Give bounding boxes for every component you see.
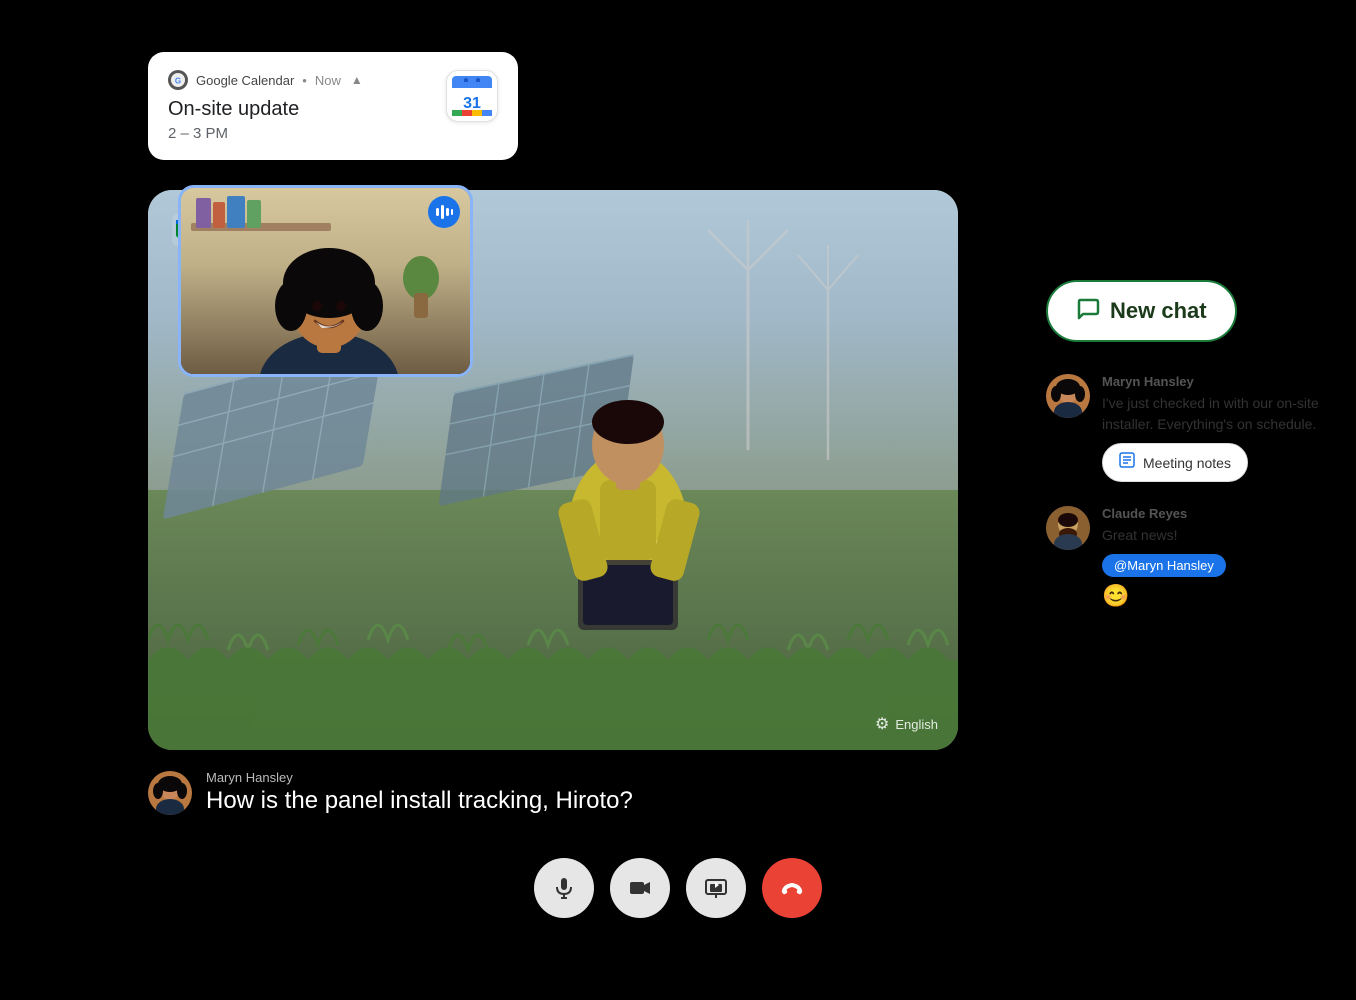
chat-avatar-claude bbox=[1046, 506, 1090, 550]
self-view-pip bbox=[178, 185, 473, 377]
audio-indicator bbox=[428, 196, 460, 228]
mention-chip[interactable]: @Maryn Hansley bbox=[1102, 554, 1226, 577]
present-icon bbox=[704, 876, 728, 900]
notification-subtitle: 2 – 3 PM bbox=[168, 125, 434, 142]
chat-text-claude: Great news! bbox=[1102, 525, 1326, 546]
new-chat-label: New chat bbox=[1110, 298, 1207, 324]
reaction-emoji: 😊 bbox=[1102, 583, 1326, 609]
notification-time: Now bbox=[315, 73, 341, 88]
notes-icon bbox=[1119, 452, 1135, 473]
chat-content-maryn: Maryn Hansley I've just checked in with … bbox=[1102, 374, 1326, 482]
chat-panel: New chat Maryn Hansley I've just checked… bbox=[1046, 280, 1326, 633]
google-calendar-icon: G bbox=[168, 70, 188, 90]
svg-text:G: G bbox=[175, 77, 181, 86]
caption-avatar bbox=[148, 771, 192, 815]
chat-content-claude: Claude Reyes Great news! @Maryn Hansley … bbox=[1102, 506, 1326, 609]
calendar-badge: 31 bbox=[446, 70, 498, 122]
control-bar bbox=[534, 858, 822, 918]
notification-card: G Google Calendar • Now ▲ On-site update… bbox=[148, 52, 518, 160]
globe-icon: ⚙ bbox=[875, 714, 889, 734]
hangup-button[interactable] bbox=[762, 858, 822, 918]
notification-content: G Google Calendar • Now ▲ On-site update… bbox=[168, 70, 434, 142]
camera-icon bbox=[628, 876, 652, 900]
caption-text-block: Maryn Hansley How is the panel install t… bbox=[206, 770, 633, 815]
chat-sender-claude: Claude Reyes bbox=[1102, 506, 1326, 521]
caption-speaker-name: Maryn Hansley bbox=[206, 770, 633, 785]
meeting-notes-label: Meeting notes bbox=[1143, 455, 1231, 471]
caption-speech-text: How is the panel install tracking, Hirot… bbox=[206, 787, 633, 815]
chat-sender-maryn: Maryn Hansley bbox=[1102, 374, 1326, 389]
chat-message-1: Maryn Hansley I've just checked in with … bbox=[1046, 374, 1326, 482]
chat-bubble-icon bbox=[1076, 296, 1100, 326]
svg-text:31: 31 bbox=[463, 95, 481, 112]
language-badge[interactable]: ⚙ English bbox=[875, 714, 938, 734]
notification-dot: • bbox=[302, 73, 307, 88]
notification-header: G Google Calendar • Now ▲ bbox=[168, 70, 434, 90]
mic-icon bbox=[552, 876, 576, 900]
camera-button[interactable] bbox=[610, 858, 670, 918]
audio-wave-icon bbox=[435, 203, 453, 221]
hangup-icon bbox=[778, 874, 806, 902]
chat-avatar-maryn bbox=[1046, 374, 1090, 418]
notification-title: On-site update bbox=[168, 98, 434, 121]
language-label: English bbox=[895, 717, 938, 732]
present-button[interactable] bbox=[686, 858, 746, 918]
new-chat-button[interactable]: New chat bbox=[1046, 280, 1237, 342]
chat-text-maryn: I've just checked in with our on-site in… bbox=[1102, 393, 1326, 435]
notification-source: Google Calendar bbox=[196, 73, 294, 88]
meeting-notes-chip[interactable]: Meeting notes bbox=[1102, 443, 1248, 482]
caption-bar: Maryn Hansley How is the panel install t… bbox=[148, 770, 633, 815]
mic-button[interactable] bbox=[534, 858, 594, 918]
chevron-up-icon: ▲ bbox=[351, 73, 363, 87]
self-view-background bbox=[181, 188, 470, 374]
chat-message-2: Claude Reyes Great news! @Maryn Hansley … bbox=[1046, 506, 1326, 609]
